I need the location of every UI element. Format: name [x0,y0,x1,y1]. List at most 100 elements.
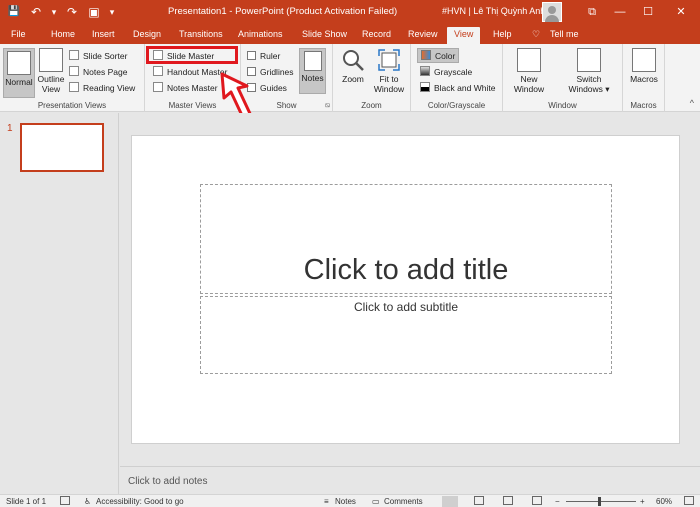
notes-toggle-icon[interactable]: ≡ [324,496,329,507]
ruler-label: Ruler [260,51,281,61]
slide-thumbnail[interactable] [20,123,104,172]
color-swatch-icon [421,50,431,60]
minimize-button[interactable]: — [606,0,634,24]
quick-access-toolbar: 💾 ↶ ▾ ↷ ▣ ▾ [6,4,116,20]
notes-toggle-button[interactable]: Notes [299,48,326,94]
zoom-slider-track[interactable] [566,501,636,502]
ribbon-tabs: File Home Insert Design Transitions Anim… [0,24,700,44]
guides-label: Guides [260,83,287,93]
subtitle-placeholder[interactable]: Click to add subtitle [200,296,612,374]
fit-label-line2: Window [373,84,405,94]
gridlines-label: Gridlines [260,67,294,77]
normal-view-button[interactable]: Normal [3,48,35,98]
tab-slide-show[interactable]: Slide Show [302,27,347,44]
notes-page-label: Notes Page [83,67,128,77]
slide-thumbnail-number: 1 [7,123,13,134]
grayscale-label: Grayscale [434,67,473,77]
undo-dropdown-icon[interactable]: ▾ [50,4,58,20]
tell-me-search[interactable]: Tell me [550,27,579,44]
tab-animations[interactable]: Animations [238,27,283,44]
group-label-color-grayscale: Color/Grayscale [427,101,486,110]
normal-view-icon [7,51,31,75]
close-button[interactable]: ✕ [662,0,700,24]
avatar[interactable] [542,2,562,22]
start-slideshow-icon[interactable]: ▣ [86,4,102,20]
group-label-presentation-views: Presentation Views [37,101,107,110]
ruler-checkbox-box[interactable] [247,51,256,60]
tab-view[interactable]: View [447,27,481,44]
fit-slide-icon[interactable] [684,496,694,505]
tab-transitions[interactable]: Transitions [179,27,223,44]
slide-canvas[interactable]: Click to add title Click to add subtitle [131,135,680,444]
notes-toggle-label: Notes [301,73,324,83]
grayscale-icon [420,66,430,76]
handout-master-icon [153,66,163,76]
notes-status-button[interactable]: Notes [335,496,356,507]
tab-home[interactable]: Home [51,27,75,44]
notes-page-button[interactable]: Notes Page [69,65,127,79]
title-bar: 💾 ↶ ▾ ↷ ▣ ▾ Presentation1 - PowerPoint (… [0,0,700,24]
tab-insert[interactable]: Insert [92,27,115,44]
outline-view-button[interactable]: Outline View [36,48,66,94]
tab-file[interactable]: File [11,27,26,44]
notes-master-button[interactable]: Notes Master [153,81,218,95]
status-bar: Slide 1 of 1 ♿︎ Accessibility: Good to g… [0,494,700,507]
ribbon-display-options-icon[interactable]: ⧉ [578,0,606,24]
black-white-icon [420,82,430,92]
redo-icon[interactable]: ↷ [64,4,80,20]
outline-view-label-line2: View [41,84,61,94]
lightbulb-icon: ♡ [532,29,541,39]
comments-icon[interactable]: ▭ [372,496,380,507]
normal-view-status-icon[interactable] [442,496,458,507]
switch-windows-icon [577,48,601,72]
slide-sorter-button[interactable]: Slide Sorter [69,49,127,63]
tab-help[interactable]: Help [493,27,512,44]
macros-button[interactable]: Macros [627,48,661,84]
maximize-button[interactable]: ☐ [634,0,662,24]
highlight-box [146,46,238,64]
switch-windows-label-line1: Switch [576,74,602,84]
reading-view-status-icon[interactable] [503,496,513,505]
ribbon: Normal Outline View Slide Sorter Notes P… [0,44,700,112]
notes-pane[interactable]: Click to add notes [120,466,700,494]
zoom-slider-thumb[interactable] [598,497,601,506]
black-white-button[interactable]: Black and White [420,81,495,95]
grayscale-button[interactable]: Grayscale [420,65,472,79]
notes-page-icon [69,66,79,76]
user-name[interactable]: #HVN | Lê Thị Quỳnh Anh [442,6,545,16]
color-label: Color [435,51,456,61]
comments-status-button[interactable]: Comments [384,496,423,507]
collapse-ribbon-icon[interactable]: ^ [690,98,694,108]
color-button[interactable]: Color [417,48,460,63]
notes-master-icon [153,82,163,92]
zoom-in-button[interactable]: + [640,496,645,507]
spelling-check-icon[interactable] [60,496,70,505]
undo-icon[interactable]: ↶ [28,4,44,20]
save-icon[interactable]: 💾 [6,4,22,20]
slide-sorter-icon [69,50,79,60]
zoom-button[interactable]: Zoom [338,48,368,84]
accessibility-icon[interactable]: ♿︎ [84,496,91,507]
handout-master-button[interactable]: Handout Master [153,65,227,79]
notes-master-label: Notes Master [167,83,218,93]
accessibility-status[interactable]: Accessibility: Good to go [96,496,184,507]
slide-sorter-status-icon[interactable] [474,496,484,505]
title-placeholder[interactable]: Click to add title [200,184,612,294]
reading-view-button[interactable]: Reading View [69,81,135,95]
tab-review[interactable]: Review [408,27,438,44]
new-window-label-line2: Window [513,84,545,94]
switch-windows-button[interactable]: Switch Windows ▾ [565,48,613,94]
zoom-level[interactable]: 60% [656,496,672,507]
normal-view-label: Normal [5,77,33,87]
group-label-zoom: Zoom [361,101,382,110]
tab-design[interactable]: Design [133,27,161,44]
new-window-icon [517,48,541,72]
slideshow-status-icon[interactable] [532,496,542,505]
fit-to-window-button[interactable]: Fit to Window [372,48,406,94]
new-window-button[interactable]: New Window [511,48,547,94]
zoom-out-button[interactable]: − [555,496,560,507]
tab-record[interactable]: Record [362,27,391,44]
macros-label: Macros [630,74,658,84]
customize-qat-icon[interactable]: ▾ [108,4,116,20]
ruler-checkbox[interactable]: Ruler [247,49,280,63]
